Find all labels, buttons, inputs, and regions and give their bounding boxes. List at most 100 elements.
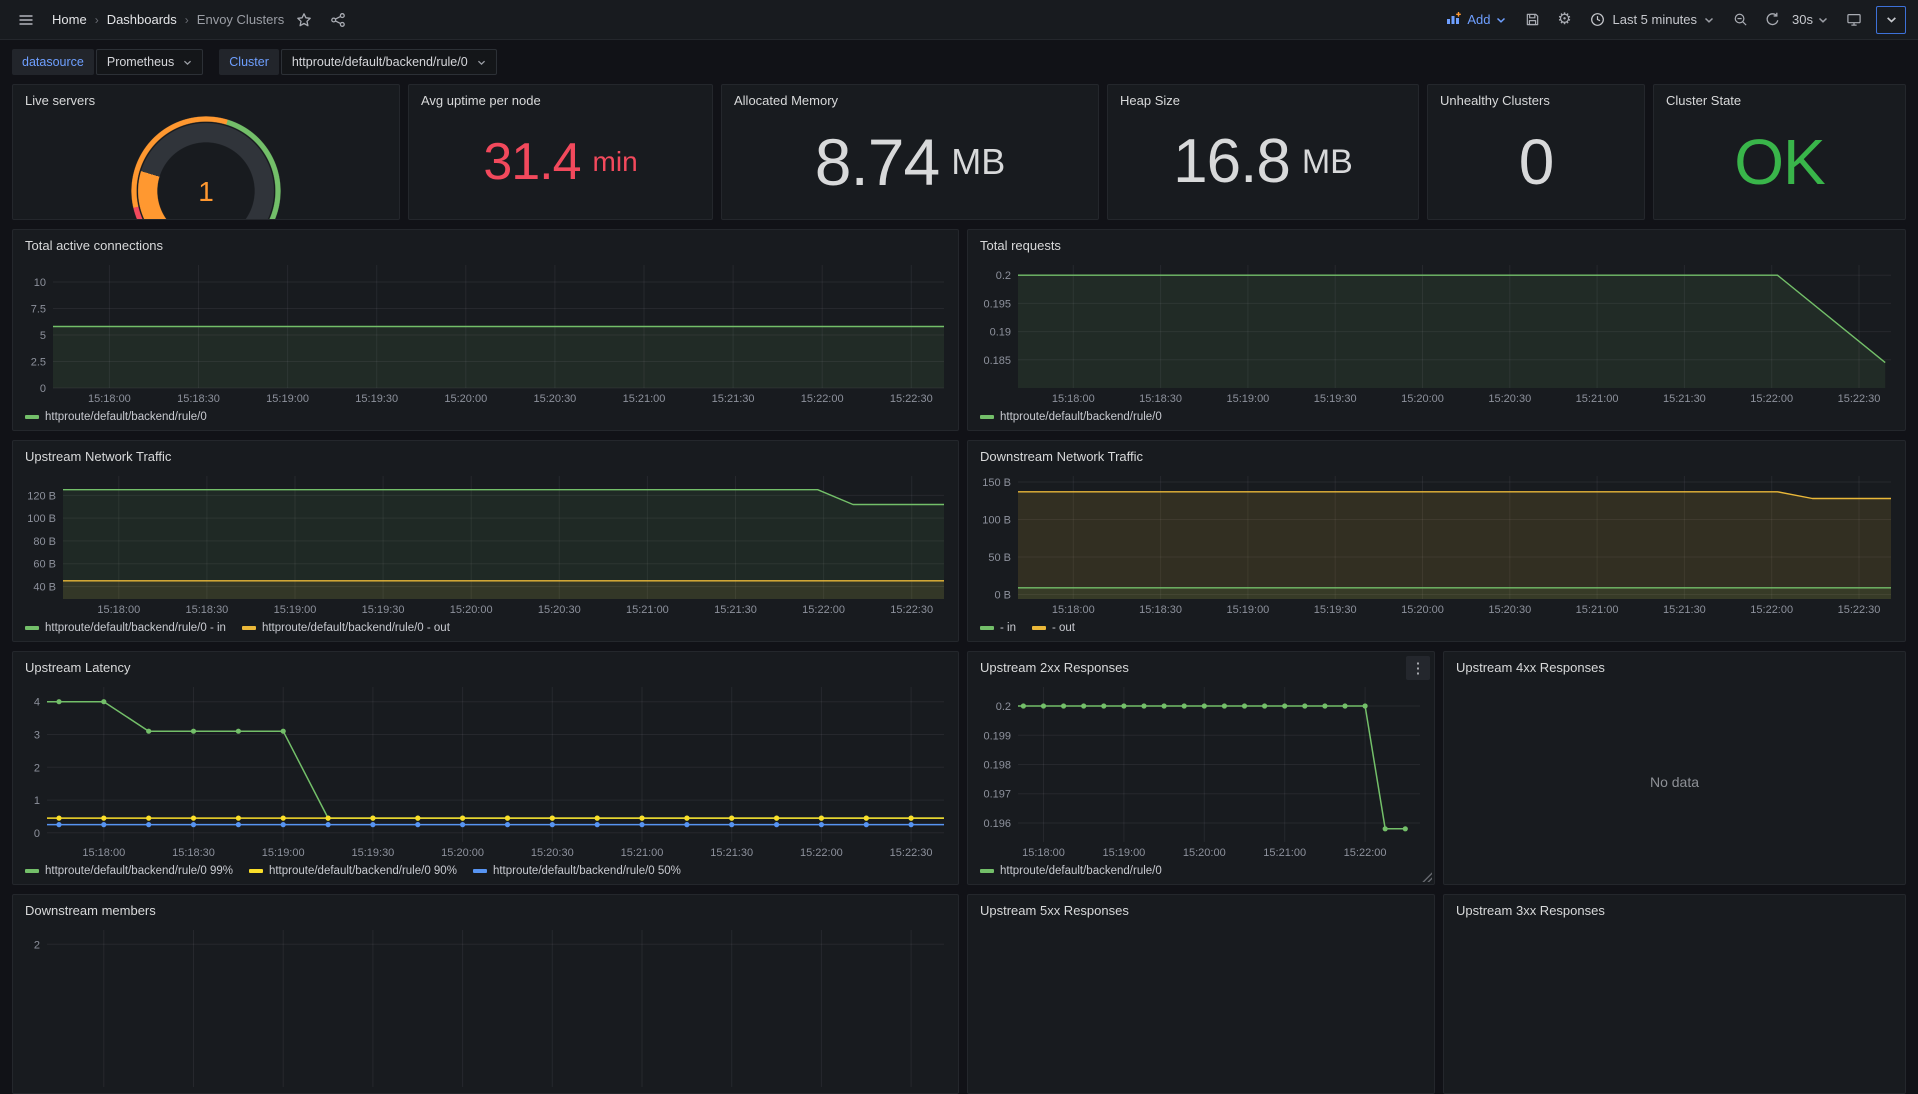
chart-legend: httproute/default/backend/rule/0 xyxy=(972,862,1430,882)
svg-text:15:21:30: 15:21:30 xyxy=(1663,393,1706,405)
legend-item[interactable]: httproute/default/backend/rule/0 - out xyxy=(242,622,450,634)
svg-text:15:22:00: 15:22:00 xyxy=(1750,393,1793,405)
legend-swatch xyxy=(249,869,263,873)
legend-item[interactable]: httproute/default/backend/rule/0 - in xyxy=(25,622,226,634)
variable-datasource: datasource Prometheus xyxy=(12,49,203,75)
legend-swatch xyxy=(242,626,256,630)
svg-text:15:21:00: 15:21:00 xyxy=(623,393,666,405)
chart-canvas[interactable]: 0 B50 B100 B150 B15:18:0015:18:3015:19:0… xyxy=(972,470,1901,619)
save-icon[interactable] xyxy=(1518,6,1546,34)
panel-title[interactable]: Upstream 4xx Responses xyxy=(1456,660,1605,675)
panel-title[interactable]: Upstream 5xx Responses xyxy=(980,903,1129,918)
variable-datasource-value[interactable]: Prometheus xyxy=(96,49,203,75)
variable-datasource-label[interactable]: datasource xyxy=(12,49,94,75)
panel-title[interactable]: Avg uptime per node xyxy=(421,93,541,108)
svg-text:0.199: 0.199 xyxy=(983,730,1011,742)
stat-unit: MB xyxy=(951,144,1005,180)
panel-title[interactable]: Heap Size xyxy=(1120,93,1180,108)
svg-text:15:21:00: 15:21:00 xyxy=(1263,847,1306,859)
panel-title[interactable]: Cluster State xyxy=(1666,93,1741,108)
breadcrumb-home[interactable]: Home xyxy=(52,12,87,27)
svg-text:15:19:00: 15:19:00 xyxy=(1102,847,1145,859)
panel-title[interactable]: Allocated Memory xyxy=(734,93,838,108)
svg-text:15:21:30: 15:21:30 xyxy=(1663,604,1706,616)
chart-canvas[interactable]: 02.557.51015:18:0015:18:3015:19:0015:19:… xyxy=(17,259,954,408)
panel-menu-kebab-icon[interactable]: ⋮ xyxy=(1406,656,1430,680)
panel-title[interactable]: Downstream Network Traffic xyxy=(980,449,1143,464)
breadcrumb-dashboards[interactable]: Dashboards xyxy=(107,12,177,27)
chart-canvas[interactable]: 40 B60 B80 B100 B120 B15:18:0015:18:3015… xyxy=(17,470,954,619)
share-icon[interactable] xyxy=(324,6,352,34)
panel-title[interactable]: Upstream 3xx Responses xyxy=(1456,903,1605,918)
chart-legend: httproute/default/backend/rule/0 - in htt… xyxy=(17,619,954,639)
svg-text:15:22:00: 15:22:00 xyxy=(801,393,844,405)
svg-text:15:22:30: 15:22:30 xyxy=(1838,604,1881,616)
svg-text:40 B: 40 B xyxy=(33,582,56,594)
refresh-interval-picker[interactable]: 30s xyxy=(1790,6,1836,34)
svg-text:0.19: 0.19 xyxy=(990,327,1011,339)
svg-text:15:22:30: 15:22:30 xyxy=(890,604,933,616)
panel-title[interactable]: Downstream members xyxy=(25,903,156,918)
settings-icon[interactable]: ⚙ xyxy=(1550,6,1578,34)
legend-item[interactable]: - in xyxy=(980,622,1016,634)
panel-title[interactable]: Live servers xyxy=(25,93,95,108)
svg-text:15:22:30: 15:22:30 xyxy=(890,393,933,405)
stat-value: OK xyxy=(1734,130,1824,194)
legend-item[interactable]: - out xyxy=(1032,622,1075,634)
variable-datasource-value-text: Prometheus xyxy=(107,55,174,69)
legend-item[interactable]: httproute/default/backend/rule/0 99% xyxy=(25,865,233,877)
svg-text:50 B: 50 B xyxy=(988,552,1011,564)
refresh-icon[interactable] xyxy=(1758,6,1786,34)
breadcrumb-current-dashboard[interactable]: Envoy Clusters xyxy=(197,12,284,27)
legend-item[interactable]: httproute/default/backend/rule/0 90% xyxy=(249,865,457,877)
svg-text:15:19:00: 15:19:00 xyxy=(274,604,317,616)
time-range-picker[interactable]: Last 5 minutes xyxy=(1582,6,1722,34)
panel-title[interactable]: Upstream Network Traffic xyxy=(25,449,171,464)
svg-text:0.185: 0.185 xyxy=(983,355,1011,367)
add-button[interactable]: Add xyxy=(1438,6,1514,34)
legend-swatch xyxy=(25,415,39,419)
svg-text:3: 3 xyxy=(34,730,40,742)
panel-title[interactable]: Unhealthy Clusters xyxy=(1440,93,1550,108)
chart-legend: httproute/default/backend/rule/0 99% http… xyxy=(17,862,954,882)
svg-text:15:18:00: 15:18:00 xyxy=(82,847,125,859)
chart-canvas[interactable]: 0.1850.190.1950.215:18:0015:18:3015:19:0… xyxy=(972,259,1901,408)
monitor-icon[interactable] xyxy=(1840,6,1868,34)
svg-text:15:21:30: 15:21:30 xyxy=(712,393,755,405)
zoom-out-icon[interactable] xyxy=(1726,6,1754,34)
chevron-down-icon xyxy=(1886,15,1897,24)
legend-item[interactable]: httproute/default/backend/rule/0 50% xyxy=(473,865,681,877)
svg-text:15:20:30: 15:20:30 xyxy=(538,604,581,616)
legend-swatch xyxy=(980,626,994,630)
chart-canvas[interactable]: 0123415:18:0015:18:3015:19:0015:19:3015:… xyxy=(17,681,954,862)
variable-cluster-value[interactable]: httproute/default/backend/rule/0 xyxy=(281,49,497,75)
svg-text:15:22:00: 15:22:00 xyxy=(1344,847,1387,859)
variable-cluster-value-text: httproute/default/backend/rule/0 xyxy=(292,55,468,69)
svg-text:15:20:00: 15:20:00 xyxy=(1183,847,1226,859)
panel-title[interactable]: Total requests xyxy=(980,238,1061,253)
variable-cluster-label[interactable]: Cluster xyxy=(219,49,279,75)
panel-title[interactable]: Total active connections xyxy=(25,238,163,253)
svg-text:15:21:30: 15:21:30 xyxy=(714,604,757,616)
panel-downstream-network-traffic: Downstream Network Traffic 0 B50 B100 B1… xyxy=(967,440,1906,642)
panel-title[interactable]: Upstream 2xx Responses xyxy=(980,660,1129,675)
svg-text:15:18:30: 15:18:30 xyxy=(172,847,215,859)
panel-upstream-network-traffic: Upstream Network Traffic 40 B60 B80 B100… xyxy=(12,440,959,642)
chart-canvas[interactable]: 0.1960.1970.1980.1990.215:18:0015:19:001… xyxy=(972,681,1430,862)
panel-total-requests: Total requests 0.1850.190.1950.215:18:00… xyxy=(967,229,1906,431)
svg-text:15:21:30: 15:21:30 xyxy=(710,847,753,859)
collapse-toolbar-button[interactable] xyxy=(1876,6,1906,34)
svg-text:15:20:30: 15:20:30 xyxy=(1488,604,1531,616)
panel-title[interactable]: Upstream Latency xyxy=(25,660,131,675)
star-icon[interactable] xyxy=(290,6,318,34)
hamburger-menu-icon[interactable] xyxy=(12,6,40,34)
legend-swatch xyxy=(25,869,39,873)
legend-item[interactable]: httproute/default/backend/rule/0 xyxy=(25,411,207,423)
svg-text:15:19:00: 15:19:00 xyxy=(1226,604,1269,616)
legend-item[interactable]: httproute/default/backend/rule/0 xyxy=(980,865,1162,877)
gauge: 1 xyxy=(13,112,399,219)
breadcrumb-separator: › xyxy=(95,13,99,27)
chart-canvas[interactable]: 2 xyxy=(17,924,954,1091)
refresh-interval-label: 30s xyxy=(1792,12,1813,27)
legend-item[interactable]: httproute/default/backend/rule/0 xyxy=(980,411,1162,423)
